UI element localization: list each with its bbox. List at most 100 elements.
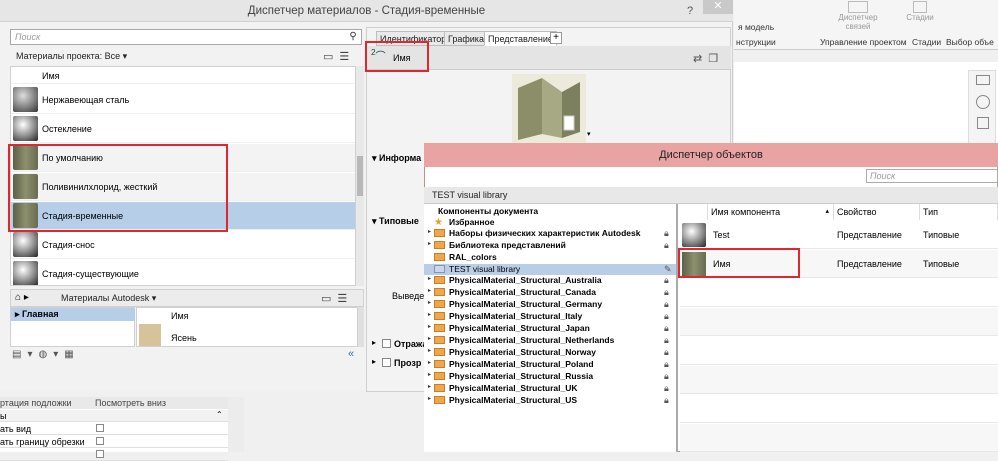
home-icon[interactable]: ⌂ ▸ [15, 292, 29, 303]
properties-row[interactable]: ать вид [0, 423, 228, 435]
ribbon-label-selection: Выбор объе [946, 37, 994, 47]
tree-item[interactable]: ▸ PhysicalMaterial_Structural_Japan 🔒︎ [424, 323, 676, 334]
tab-appearance[interactable]: Представление [484, 31, 557, 46]
checkbox[interactable] [96, 424, 104, 432]
folder-icon [434, 288, 445, 296]
material-manager-bottom-bar: ▤▾◍▾▦ « [10, 347, 364, 363]
material-search-input[interactable]: Поиск [10, 29, 362, 45]
collapse-icon[interactable]: « [348, 348, 354, 360]
library-icon [434, 265, 445, 273]
component-row[interactable]: Test Представление Типовые [680, 221, 998, 249]
material-row[interactable]: Остекление [11, 115, 355, 143]
tree-item[interactable]: ▸ Библиотека представлений 🔒︎ [424, 240, 676, 251]
properties-row[interactable] [0, 449, 228, 461]
column-header-type[interactable]: Тип [920, 204, 998, 220]
section-generic[interactable]: ▾ Типовые [372, 216, 419, 227]
folder-icon [434, 241, 445, 249]
material-list-header[interactable]: Имя [11, 67, 355, 84]
view-toggle-icon[interactable]: ▭ [323, 51, 339, 63]
reflectivity-checkbox[interactable] [382, 339, 391, 348]
library-tree-item[interactable]: ▸ Главная [11, 308, 135, 321]
section-reflectivity[interactable]: Отража [394, 339, 427, 349]
link-manager-button[interactable]: Диспетчер связей [832, 1, 884, 31]
tree-item[interactable]: ▸ PhysicalMaterial_Structural_Italy 🔒︎ [424, 311, 676, 322]
tree-item[interactable]: ▸ Наборы физических характеристик Autodes… [424, 228, 676, 239]
material-row[interactable]: Стадия-снос [11, 231, 355, 259]
search-icon[interactable]: ⚲ [345, 29, 361, 45]
tree-item[interactable]: ▸ PhysicalMaterial_Structural_Australia 🔒︎ [424, 275, 676, 286]
expand-icon[interactable]: ▸ [372, 338, 376, 347]
preview-options-icon[interactable]: ▾ [587, 130, 591, 138]
ribbon-label-model: я модель [738, 22, 775, 32]
lock-icon: 🔒︎ [664, 371, 669, 381]
folder-icon [434, 276, 445, 284]
properties-row[interactable]: ы ⌃ [0, 410, 228, 422]
tree-item[interactable]: ▸ PhysicalMaterial_Structural_Russia 🔒︎ [424, 371, 676, 382]
lock-icon: 🔒︎ [664, 287, 669, 297]
column-header-name[interactable]: Имя компонента ▴ [708, 204, 834, 220]
properties-row[interactable]: ать границу обрезки [0, 436, 228, 448]
tree-item[interactable]: ▸ PhysicalMaterial_Structural_UK 🔒︎ [424, 383, 676, 394]
tree-item-selected[interactable]: TEST visual library ✎ [424, 264, 676, 275]
lock-icon: 🔒︎ [664, 335, 669, 345]
tree-item[interactable]: ▸ PhysicalMaterial_Structural_Netherlands… [424, 335, 676, 346]
appearance-preview[interactable] [512, 74, 586, 144]
material-thumbnail [13, 116, 38, 141]
ribbon-label-phases: Стадии [912, 37, 942, 47]
tree-header[interactable]: Компоненты документа [424, 206, 676, 217]
project-materials-filter[interactable]: Материалы проекта: Все ▾ [16, 51, 127, 62]
material-row[interactable]: Нержавеющая сталь [11, 86, 355, 114]
properties-header: ртация подложки Посмотреть вниз [0, 397, 228, 409]
duplicate-asset-icon[interactable]: ❐ [708, 53, 724, 65]
tree-item[interactable]: ▸ PhysicalMaterial_Structural_Canada 🔒︎ [424, 287, 676, 298]
view-toggle-icon[interactable]: ▭ [321, 293, 337, 305]
list-options-icon[interactable]: ☰ [339, 51, 355, 63]
viewcube-icon[interactable] [976, 75, 990, 85]
material-thumbnail [13, 261, 38, 285]
tree-item-favorites[interactable]: ★ Избранное [424, 217, 676, 228]
folder-icon [434, 300, 445, 308]
asset-browser-icon[interactable]: ▦ [64, 349, 79, 360]
library-dropdown[interactable]: Материалы Autodesk ▾ [61, 293, 156, 304]
current-library-label: TEST visual library [432, 190, 508, 200]
tree-item[interactable]: RAL_colors [424, 252, 676, 263]
help-icon[interactable]: ? [683, 4, 697, 18]
tree-item[interactable]: ▸ PhysicalMaterial_Structural_Germany 🔒︎ [424, 299, 676, 310]
folder-icon [434, 348, 445, 356]
library-tree: ▸ Главная [10, 307, 135, 347]
object-search-input[interactable]: Поиск [866, 169, 998, 183]
properties-scrollbar[interactable] [228, 397, 244, 452]
replace-asset-icon[interactable]: ⇄ [693, 53, 708, 65]
lock-icon: 🔒︎ [664, 311, 669, 321]
lock-icon: 🔒︎ [664, 240, 669, 250]
zoom-icon[interactable] [977, 117, 989, 129]
folder-icon[interactable]: ▤▾ [12, 349, 38, 360]
library-scrollbar[interactable] [358, 307, 364, 347]
checkbox[interactable] [96, 437, 104, 445]
tree-item[interactable]: ▸ PhysicalMaterial_Structural_US 🔒︎ [424, 395, 676, 406]
ribbon: я модель нструкции Диспетчер связей Упра… [734, 0, 998, 50]
empty-row [680, 337, 998, 365]
empty-row [680, 395, 998, 423]
list-options-icon[interactable]: ☰ [337, 293, 353, 305]
tab-graphics[interactable]: Графика [444, 31, 488, 46]
column-header-property[interactable]: Свойство [834, 204, 920, 220]
transparency-checkbox[interactable] [382, 358, 391, 367]
steering-wheel-icon[interactable] [976, 95, 990, 109]
material-list-scrollbar[interactable] [356, 66, 364, 286]
create-material-icon[interactable]: ◍▾ [38, 349, 64, 360]
library-bar: ⌂ ▸ Материалы Autodesk ▾ ▭☰ [10, 289, 364, 307]
library-material-item[interactable]: Ясень [171, 333, 197, 343]
section-transparency[interactable]: Прозр [394, 358, 421, 368]
section-information[interactable]: ▾ Информа [372, 153, 421, 164]
checkbox[interactable] [96, 450, 104, 458]
material-row[interactable]: Стадия-существующие [11, 260, 355, 285]
lock-icon: 🔒︎ [664, 347, 669, 357]
add-asset-icon[interactable]: + [550, 32, 562, 44]
tree-item[interactable]: ▸ PhysicalMaterial_Structural_Poland 🔒︎ [424, 359, 676, 370]
expand-icon[interactable]: ▸ [372, 357, 376, 366]
phases-button[interactable]: Стадии [906, 1, 934, 22]
object-manager-title: Диспетчер объектов [424, 143, 998, 167]
close-button[interactable]: ✕ [703, 0, 733, 14]
tree-item[interactable]: ▸ PhysicalMaterial_Structural_Norway 🔒︎ [424, 347, 676, 358]
